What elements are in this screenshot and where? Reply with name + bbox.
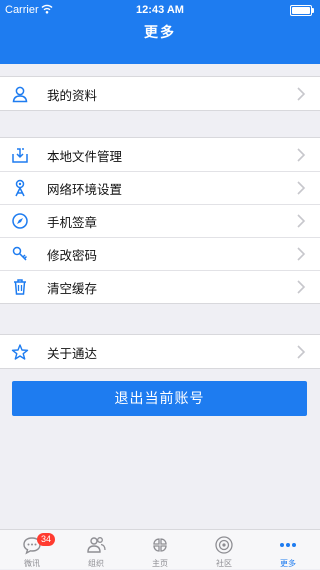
logout-button[interactable]: 退出当前账号: [12, 381, 307, 416]
tab-label: 微讯: [24, 559, 40, 568]
community-ring-icon: [215, 536, 233, 554]
menu-item-label: 我的资料: [47, 89, 98, 103]
tab-bar: 34 微讯 组织 主页 社区 更多: [0, 529, 320, 569]
menu-item-change-password[interactable]: 修改密码: [0, 237, 320, 270]
menu-item-local-files[interactable]: 本地文件管理: [0, 138, 320, 171]
menu-item-mobile-seal[interactable]: 手机签章: [0, 204, 320, 237]
tab-community[interactable]: 社区: [192, 530, 256, 570]
tab-label: 更多: [280, 559, 296, 568]
chevron-right-icon: [297, 247, 306, 261]
tab-label: 主页: [152, 559, 168, 568]
compass-icon: [12, 213, 28, 229]
chevron-right-icon: [297, 345, 306, 359]
menu-item-about[interactable]: 关于通达: [0, 335, 320, 368]
menu-item-clear-cache[interactable]: 清空缓存: [0, 270, 320, 303]
settings-group-profile: 我的资料: [0, 76, 320, 111]
tab-label: 组织: [88, 559, 104, 568]
chevron-right-icon: [297, 214, 306, 228]
status-bar: Carrier 12:43 AM: [0, 0, 320, 20]
menu-item-network-settings[interactable]: 网络环境设置: [0, 171, 320, 204]
settings-group-tools: 本地文件管理 网络环境设置 手机签章 修改密码 清空缓存: [0, 137, 320, 304]
menu-item-label: 清空缓存: [47, 282, 98, 296]
tab-more[interactable]: 更多: [256, 530, 320, 570]
tab-organization[interactable]: 组织: [64, 530, 128, 570]
menu-item-label: 本地文件管理: [47, 150, 123, 164]
menu-item-label: 关于通达: [47, 347, 98, 361]
menu-item-my-profile[interactable]: 我的资料: [0, 77, 320, 110]
download-tray-icon: [12, 148, 28, 163]
nav-bar: 更多: [0, 20, 320, 64]
more-dots-icon: [280, 543, 296, 547]
tab-weixun[interactable]: 34 微讯: [0, 530, 64, 570]
grid-petals-icon: [153, 538, 167, 552]
people-icon: [87, 537, 106, 553]
page-title: 更多: [144, 24, 176, 40]
unread-badge: 34: [37, 533, 55, 546]
key-icon: [12, 246, 28, 261]
chevron-right-icon: [297, 280, 306, 294]
menu-item-label: 网络环境设置: [47, 183, 123, 197]
trash-icon: [14, 279, 26, 295]
settings-group-about: 关于通达: [0, 334, 320, 369]
chevron-right-icon: [297, 181, 306, 195]
user-icon: [12, 86, 28, 103]
network-tower-icon: [15, 179, 25, 197]
star-icon: [11, 344, 29, 360]
tab-label: 社区: [216, 559, 232, 568]
chevron-right-icon: [297, 148, 306, 162]
chevron-right-icon: [297, 87, 306, 101]
menu-item-label: 修改密码: [47, 249, 98, 263]
battery-icon: [290, 5, 314, 16]
status-time: 12:43 AM: [136, 4, 184, 16]
menu-item-label: 手机签章: [47, 216, 98, 230]
tab-home[interactable]: 主页: [128, 530, 192, 570]
